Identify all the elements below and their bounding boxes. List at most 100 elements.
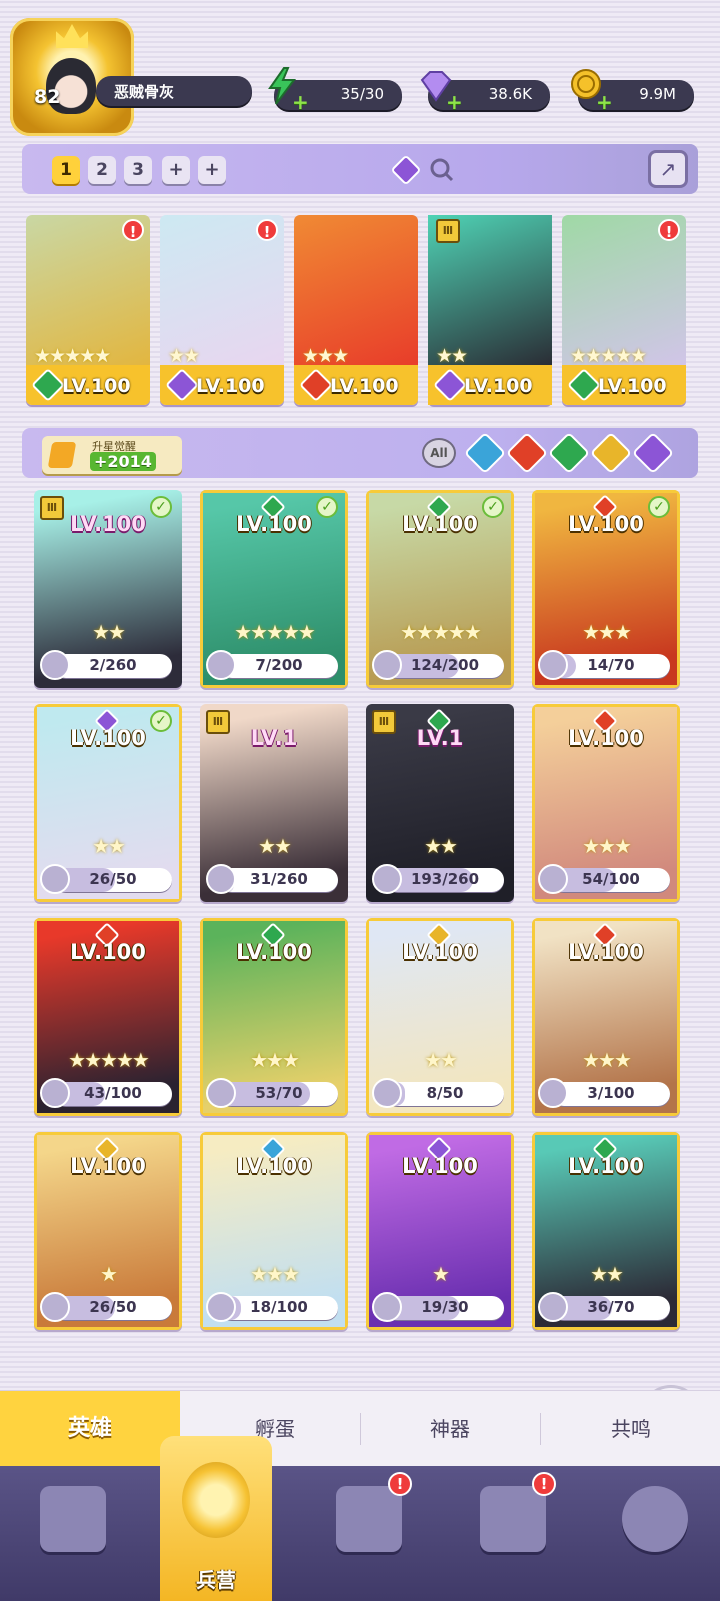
shard-progress: 3/100 — [552, 1082, 670, 1106]
share-button[interactable]: ↗ — [648, 150, 688, 188]
tab-resonance[interactable]: 共鸣 — [542, 1391, 720, 1467]
player-name-bar[interactable]: 恶贼骨灰 — [96, 76, 252, 106]
star-rating: ★★ — [590, 1262, 624, 1286]
gem-counter[interactable]: + 38.6K — [420, 71, 550, 114]
hero-card[interactable]: Ⅲ ✓ LV.100 ★★ 2/260 — [34, 490, 182, 688]
star-rating: ★★ — [92, 834, 126, 858]
hero-card[interactable]: LV.100 ★★★ 54/100 — [532, 704, 680, 902]
star-rating: ★★ — [168, 345, 200, 367]
nav-cards[interactable] — [10, 1476, 130, 1596]
tab-divider — [540, 1413, 541, 1445]
star-rating: ★★ — [92, 620, 126, 644]
tab-artifacts[interactable]: 神器 — [362, 1391, 538, 1467]
paw-icon — [538, 864, 568, 894]
shard-progress: 43/100 — [54, 1082, 172, 1106]
hero-portrait — [294, 215, 418, 365]
team-card[interactable]: ★★ LV.100 Ⅲ — [428, 215, 552, 405]
team-card[interactable]: ★★★★★ LV.100! — [562, 215, 686, 405]
progress-text: 193/260 — [410, 870, 480, 888]
star-up-icon — [47, 442, 77, 468]
shard-progress: 2/260 — [54, 654, 172, 678]
star-rating: ★★★★★ — [34, 345, 111, 367]
hero-card[interactable]: LV.100 ★★★★★ 43/100 — [34, 918, 182, 1116]
add-team-slot-button[interactable]: + — [162, 156, 190, 184]
add-energy-icon[interactable]: + — [292, 90, 309, 114]
team-slot-1[interactable]: 1 — [52, 156, 80, 184]
paw-icon — [372, 1078, 402, 1108]
team-slot-2[interactable]: 2 — [88, 156, 116, 184]
star-rating: ★★★★★ — [400, 620, 482, 644]
hero-card[interactable]: LV.100 ★★★ 18/100 — [200, 1132, 348, 1330]
progress-text: 43/100 — [84, 1084, 142, 1102]
hero-card[interactable]: Ⅲ LV.1 ★★ 193/260 — [366, 704, 514, 902]
team-card[interactable]: ★★ LV.100! — [160, 215, 284, 405]
crown-icon — [56, 24, 88, 48]
hero-card[interactable]: LV.100 ★★ 36/70 — [532, 1132, 680, 1330]
tab-heroes[interactable]: 英雄 — [0, 1391, 180, 1467]
hero-card[interactable]: LV.100 ★ 26/50 — [34, 1132, 182, 1330]
energy-counter[interactable]: + 35/30 — [268, 67, 402, 114]
shard-progress: 31/260 — [220, 868, 338, 892]
hero-level: LV.100 — [70, 1154, 146, 1178]
shard-progress: 19/30 — [386, 1296, 504, 1320]
hero-card[interactable]: ✓ LV.100 ★★★★★ 7/200 — [200, 490, 348, 688]
hero-level: LV.100 — [236, 940, 312, 964]
add-gold-icon[interactable]: + — [596, 90, 613, 114]
hero-card[interactable]: Ⅲ LV.1 ★★ 31/260 — [200, 704, 348, 902]
filter-dark-icon[interactable] — [631, 431, 675, 475]
team-slot-3[interactable]: 3 — [124, 156, 152, 184]
hero-level: LV.100 — [402, 1154, 478, 1178]
hero-card[interactable]: LV.100 ★★★ 53/70 — [200, 918, 348, 1116]
hero-card[interactable]: LV.100 ★★★ 3/100 — [532, 918, 680, 1116]
fist-icon — [182, 1462, 250, 1538]
shard-progress: 7/200 — [220, 654, 338, 678]
nav-shop[interactable]: ! — [450, 1472, 570, 1596]
add-team-slot-button[interactable]: + — [198, 156, 226, 184]
filter-fire-icon[interactable] — [505, 431, 549, 475]
team-card[interactable]: ★★★★★ LV.100! — [26, 215, 150, 405]
hero-card[interactable]: LV.100 ★ 19/30 — [366, 1132, 514, 1330]
progress-text: 124/200 — [410, 656, 480, 674]
hero-card[interactable]: ✓ LV.100 ★★★★★ 124/200 — [366, 490, 514, 688]
nav-barracks[interactable]: 兵营 — [160, 1436, 272, 1601]
paw-icon — [538, 1292, 568, 1322]
hero-card[interactable]: ✓ LV.100 ★★★ 14/70 — [532, 490, 680, 688]
guild-icon — [622, 1486, 688, 1552]
energy-value: 35/30 — [340, 85, 384, 103]
filter-all-button[interactable]: All — [422, 438, 456, 468]
hero-level: LV.100 — [236, 1154, 312, 1178]
hero-card[interactable]: LV.100 ★★ 8/50 — [366, 918, 514, 1116]
hero-card[interactable]: ✓ LV.100 ★★ 26/50 — [34, 704, 182, 902]
cards-icon — [40, 1486, 106, 1552]
paw-icon — [538, 1078, 568, 1108]
star-rating: ★★★ — [582, 620, 632, 644]
hero-level: LV.100 — [70, 512, 146, 536]
add-gems-icon[interactable]: + — [446, 90, 463, 114]
share-icon: ↗ — [659, 157, 677, 181]
player-name: 恶贼骨灰 — [114, 83, 175, 101]
progress-text: 19/30 — [421, 1298, 469, 1316]
awaken-button[interactable]: 升星觉醒 +2014 — [42, 436, 182, 474]
filter-water-icon[interactable] — [463, 431, 507, 475]
hero-level: LV.100 — [236, 512, 312, 536]
hero-level: LV.100 — [330, 375, 399, 397]
progress-text: 53/70 — [255, 1084, 303, 1102]
paw-icon — [40, 1078, 70, 1108]
paw-icon — [372, 1292, 402, 1322]
shard-progress: 26/50 — [54, 868, 172, 892]
progress-text: 26/50 — [89, 870, 137, 888]
filter-wood-icon[interactable] — [547, 431, 591, 475]
gold-counter[interactable]: + 9.9M — [571, 69, 694, 114]
nav-guild[interactable] — [592, 1476, 712, 1596]
hero-level: LV.100 — [464, 375, 533, 397]
paw-icon — [206, 1078, 236, 1108]
team-card[interactable]: ★★★ LV.100 — [294, 215, 418, 405]
paw-icon — [372, 650, 402, 680]
team-element-icons[interactable] — [392, 154, 462, 186]
star-rating: ★★★ — [250, 1262, 300, 1286]
filter-light-icon[interactable] — [589, 431, 633, 475]
nav-book[interactable]: ! — [306, 1472, 426, 1596]
awaken-value: +2014 — [90, 452, 156, 471]
hero-level: LV.100 — [568, 1154, 644, 1178]
paw-icon — [206, 864, 236, 894]
